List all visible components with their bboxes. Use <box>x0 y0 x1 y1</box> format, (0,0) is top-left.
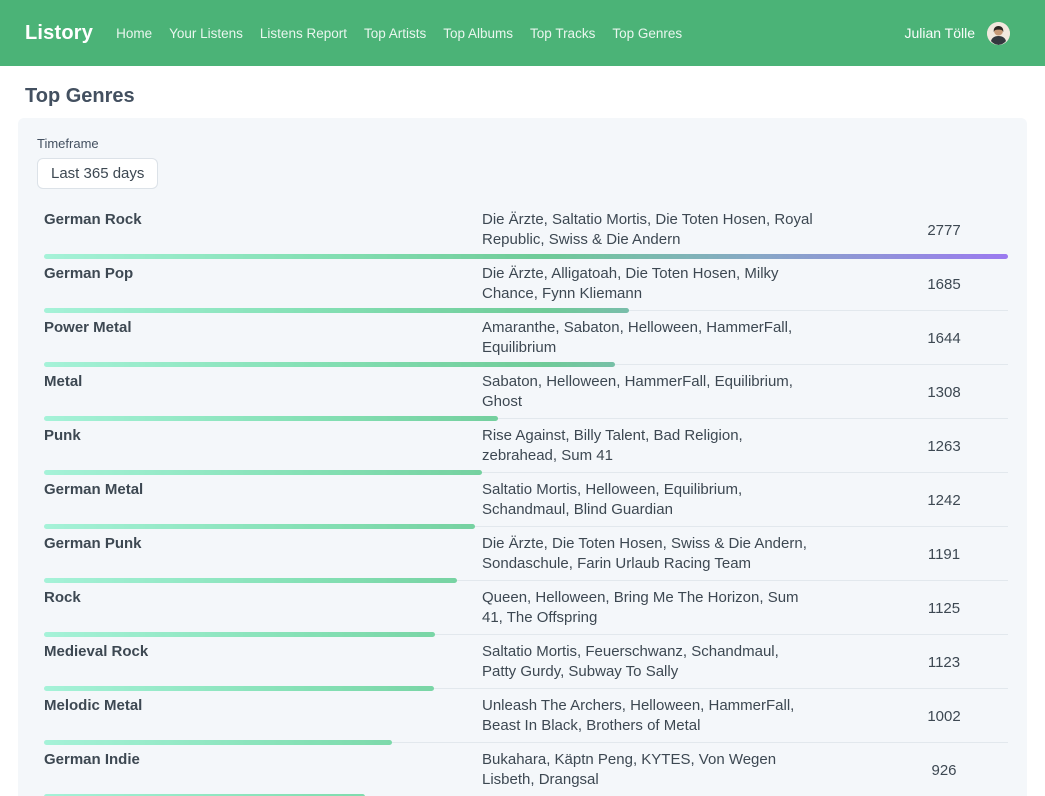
genre-bar-fill <box>44 416 498 421</box>
genre-count: 1002 <box>880 708 1008 725</box>
genre-name: Melodic Metal <box>44 696 482 716</box>
genre-name: German Punk <box>44 534 482 554</box>
genre-artists: Saltatio Mortis, Helloween, Equilibrium,… <box>482 480 816 520</box>
genre-row: Metal Sabaton, Helloween, HammerFall, Eq… <box>44 367 1008 421</box>
genre-artists: Saltatio Mortis, Feuerschwanz, Schandmau… <box>482 642 816 682</box>
nav-item-listens-report[interactable]: Listens Report <box>260 26 347 41</box>
genre-name: Medieval Rock <box>44 642 482 662</box>
genre-name: Punk <box>44 426 482 446</box>
genre-artists: Die Ärzte, Saltatio Mortis, Die Toten Ho… <box>482 210 816 250</box>
genre-row: Medieval Rock Saltatio Mortis, Feuerschw… <box>44 637 1008 691</box>
nav-item-your-listens[interactable]: Your Listens <box>169 26 243 41</box>
genre-row: German Metal Saltatio Mortis, Helloween,… <box>44 475 1008 529</box>
genre-row: German Pop Die Ärzte, Alligatoah, Die To… <box>44 259 1008 313</box>
genre-name: German Rock <box>44 210 482 230</box>
genre-bar-track <box>44 524 1008 529</box>
genre-artists: Bukahara, Käptn Peng, KYTES, Von Wegen L… <box>482 750 816 790</box>
main-content: Top Genres Timeframe Last 365 days Germa… <box>0 84 1045 796</box>
genre-name: German Metal <box>44 480 482 500</box>
genre-bar-fill <box>44 254 1008 259</box>
genre-bar-fill <box>44 632 435 637</box>
genre-artists: Rise Against, Billy Talent, Bad Religion… <box>482 426 816 466</box>
genre-row: German Rock Die Ärzte, Saltatio Mortis, … <box>44 205 1008 259</box>
genre-bar-track <box>44 740 1008 745</box>
genre-count: 1685 <box>880 276 1008 293</box>
genre-list: German Rock Die Ärzte, Saltatio Mortis, … <box>44 205 1008 796</box>
navbar: Listory Home Your Listens Listens Report To… <box>0 0 1045 66</box>
genre-bar-track <box>44 416 1008 421</box>
nav-item-top-genres[interactable]: Top Genres <box>612 26 682 41</box>
genre-bar-track <box>44 362 1008 367</box>
genre-bar-fill <box>44 470 482 475</box>
nav-item-top-tracks[interactable]: Top Tracks <box>530 26 595 41</box>
nav-item-home[interactable]: Home <box>116 26 152 41</box>
genre-count: 1308 <box>880 384 1008 401</box>
genre-bar-fill <box>44 308 629 313</box>
genre-count: 2777 <box>880 222 1008 239</box>
timeframe-label: Timeframe <box>37 136 1008 152</box>
brand-logo[interactable]: Listory <box>25 22 93 45</box>
genre-bar-track <box>44 578 1008 583</box>
genre-bar-fill <box>44 362 615 367</box>
genre-bar-fill <box>44 524 475 529</box>
genre-count: 1125 <box>880 600 1008 617</box>
timeframe-select[interactable]: Last 365 days <box>37 158 158 189</box>
nav-item-top-albums[interactable]: Top Albums <box>443 26 513 41</box>
genre-row: Power Metal Amaranthe, Sabaton, Hellowee… <box>44 313 1008 367</box>
genre-artists: Die Ärzte, Die Toten Hosen, Swiss & Die … <box>482 534 816 574</box>
genre-name: German Indie <box>44 750 482 770</box>
genre-row: German Punk Die Ärzte, Die Toten Hosen, … <box>44 529 1008 583</box>
genre-bar-fill <box>44 578 457 583</box>
genre-row: Melodic Metal Unleash The Archers, Hello… <box>44 691 1008 745</box>
genre-artists: Queen, Helloween, Bring Me The Horizon, … <box>482 588 816 628</box>
nav-links: Home Your Listens Listens Report Top Artist… <box>116 26 682 41</box>
genre-count: 1242 <box>880 492 1008 509</box>
genre-name: Metal <box>44 372 482 392</box>
genre-count: 1123 <box>880 654 1008 671</box>
genre-artists: Amaranthe, Sabaton, Helloween, HammerFal… <box>482 318 816 358</box>
genre-row: German Indie Bukahara, Käptn Peng, KYTES… <box>44 745 1008 796</box>
user-name[interactable]: Julian Tölle <box>904 25 975 41</box>
genre-artists: Unleash The Archers, Helloween, HammerFa… <box>482 696 816 736</box>
user-photo-icon <box>987 22 1010 45</box>
genre-count: 926 <box>880 762 1008 779</box>
top-genres-card: Timeframe Last 365 days German Rock Die … <box>18 118 1027 796</box>
nav-item-top-artists[interactable]: Top Artists <box>364 26 426 41</box>
genre-bar-track <box>44 254 1008 259</box>
genre-artists: Die Ärzte, Alligatoah, Die Toten Hosen, … <box>482 264 816 304</box>
genre-artists: Sabaton, Helloween, HammerFall, Equilibr… <box>482 372 816 412</box>
genre-bar-track <box>44 686 1008 691</box>
user-avatar[interactable] <box>987 22 1010 45</box>
genre-name: Power Metal <box>44 318 482 338</box>
genre-row: Punk Rise Against, Billy Talent, Bad Rel… <box>44 421 1008 475</box>
genre-count: 1263 <box>880 438 1008 455</box>
genre-row: Rock Queen, Helloween, Bring Me The Hori… <box>44 583 1008 637</box>
genre-bar-track <box>44 470 1008 475</box>
page-title: Top Genres <box>25 84 1020 108</box>
genre-name: Rock <box>44 588 482 608</box>
timeframe-filter: Timeframe Last 365 days <box>37 136 1008 189</box>
genre-bar-track <box>44 308 1008 313</box>
genre-name: German Pop <box>44 264 482 284</box>
genre-count: 1644 <box>880 330 1008 347</box>
genre-bar-fill <box>44 740 392 745</box>
genre-bar-track <box>44 632 1008 637</box>
genre-bar-fill <box>44 686 434 691</box>
genre-count: 1191 <box>880 546 1008 563</box>
